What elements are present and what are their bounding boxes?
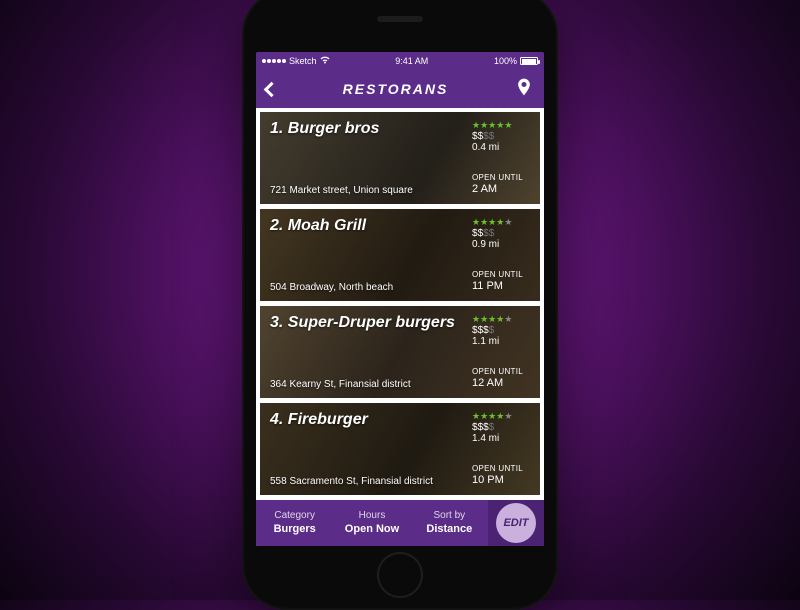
distance: 1.4 mi [472, 433, 532, 444]
chevron-left-icon [264, 81, 280, 97]
restaurant-card[interactable]: 3. Super-Druper burgers 364 Kearny St, F… [260, 306, 540, 398]
star-rating: ★★★★★ [472, 120, 532, 131]
price-level: $$$$ [472, 422, 532, 433]
battery-pct: 100% [494, 56, 517, 66]
location-button[interactable] [514, 76, 534, 103]
filter-label: Category [260, 509, 329, 522]
restaurant-meta: ★★★★★ $$$$ 1.1 mi open until12 AM [472, 314, 532, 390]
distance: 0.4 mi [472, 142, 532, 153]
back-button[interactable] [266, 84, 277, 95]
distance: 0.9 mi [472, 239, 532, 250]
open-until: open until12 AM [472, 367, 532, 390]
filter-value: Open Now [337, 522, 406, 536]
open-until: open until10 PM [472, 464, 532, 487]
price-level: $$$$ [472, 228, 532, 239]
filter-label: Hours [337, 509, 406, 522]
restaurant-address: 558 Sacramento St, Finansial district [270, 476, 464, 487]
price-level: $$$$ [472, 325, 532, 336]
filter-bar: Category Burgers Hours Open Now Sort by … [256, 500, 544, 546]
distance: 1.1 mi [472, 336, 532, 347]
signal-dots-icon [262, 59, 286, 63]
filter-label: Sort by [415, 509, 484, 522]
restaurant-card[interactable]: 1. Burger bros 721 Market street, Union … [260, 112, 540, 204]
filter-sort[interactable]: Sort by Distance [411, 509, 488, 536]
filter-category[interactable]: Category Burgers [256, 509, 333, 536]
restaurant-name: Moah Grill [288, 217, 366, 234]
status-bar: Sketch 9:41 AM 100% [256, 52, 544, 70]
open-until: open until11 PM [472, 270, 532, 293]
rank: 1. [270, 120, 283, 137]
restaurant-meta: ★★★★★ $$$$ 0.4 mi open until2 AM [472, 120, 532, 196]
restaurant-list[interactable]: 1. Burger bros 721 Market street, Union … [256, 108, 544, 546]
restaurant-address: 504 Broadway, North beach [270, 282, 464, 293]
restaurant-card[interactable]: 2. Moah Grill 504 Broadway, North beach … [260, 209, 540, 301]
edit-icon: EDIT [496, 503, 536, 543]
filter-hours[interactable]: Hours Open Now [333, 509, 410, 536]
filter-value: Burgers [260, 522, 329, 536]
restaurant-address: 721 Market street, Union square [270, 185, 464, 196]
page-title: RESTORANS [343, 81, 449, 97]
wifi-icon [320, 56, 330, 66]
restaurant-name: Burger bros [288, 120, 380, 137]
edit-filters-button[interactable]: EDIT [488, 500, 544, 546]
restaurant-name: Fireburger [288, 411, 368, 428]
phone-frame: Sketch 9:41 AM 100% RESTORANS 1. B [242, 0, 558, 610]
battery-icon [520, 57, 538, 65]
star-rating: ★★★★★ [472, 217, 532, 228]
map-pin-icon [514, 85, 534, 102]
filter-value: Distance [415, 522, 484, 536]
screen: Sketch 9:41 AM 100% RESTORANS 1. B [256, 52, 544, 546]
rank: 4. [270, 411, 283, 428]
carrier-label: Sketch [289, 56, 317, 66]
restaurant-name: Super-Druper burgers [288, 314, 455, 331]
star-rating: ★★★★★ [472, 411, 532, 422]
restaurant-card[interactable]: 4. Fireburger 558 Sacramento St, Finansi… [260, 403, 540, 495]
price-level: $$$$ [472, 131, 532, 142]
restaurant-address: 364 Kearny St, Finansial district [270, 379, 464, 390]
restaurant-meta: ★★★★★ $$$$ 1.4 mi open until10 PM [472, 411, 532, 487]
star-rating: ★★★★★ [472, 314, 532, 325]
open-until: open until2 AM [472, 173, 532, 196]
clock: 9:41 AM [395, 56, 428, 66]
rank: 3. [270, 314, 283, 331]
nav-bar: RESTORANS [256, 70, 544, 108]
rank: 2. [270, 217, 283, 234]
restaurant-meta: ★★★★★ $$$$ 0.9 mi open until11 PM [472, 217, 532, 293]
